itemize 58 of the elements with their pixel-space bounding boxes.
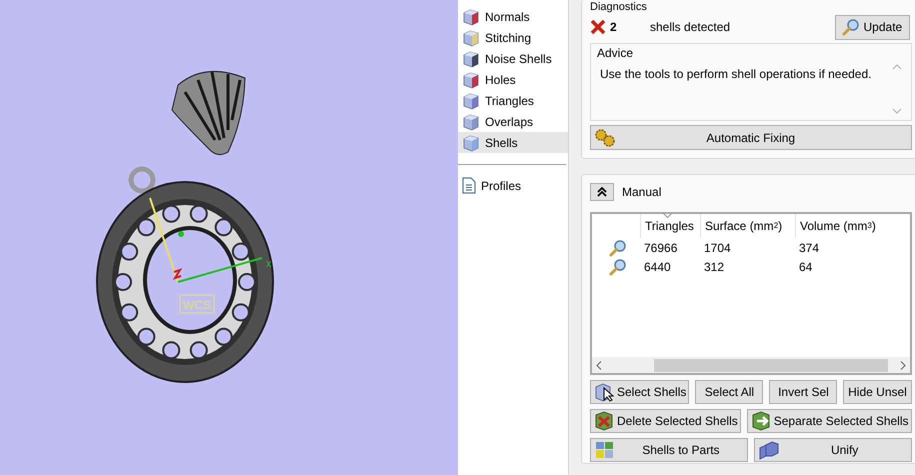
cube-cursor-icon	[594, 382, 616, 402]
delete-cube-icon	[594, 411, 614, 431]
cube-icon	[462, 8, 480, 26]
scrollbar[interactable]	[592, 357, 910, 373]
sidebar-item[interactable]: Normals	[458, 6, 568, 27]
table-cell-text: 6440	[643, 258, 672, 276]
action-button[interactable]: Separate Selected Shells	[746, 409, 912, 433]
cubes-icon	[594, 440, 616, 460]
automatic-fixing-button[interactable]: Automatic Fixing	[590, 125, 912, 150]
document-icon	[462, 177, 476, 194]
action-button[interactable]: Shells to Parts	[590, 438, 748, 462]
action-button[interactable]: Delete Selected Shells	[590, 409, 741, 433]
sidebar-item[interactable]: Profiles	[458, 175, 568, 196]
table-cell-text: 374	[798, 240, 820, 256]
cube-icon	[462, 50, 480, 68]
table-cell-text: 76966	[643, 240, 678, 256]
scroll-up-icon[interactable]	[892, 64, 902, 70]
magnifier-icon	[609, 238, 627, 256]
sidebar-item[interactable]: Triangles	[458, 90, 568, 111]
action-button[interactable]: Select Shells	[590, 380, 690, 404]
cube-icon	[462, 92, 480, 110]
group-title: Diagnostics	[590, 1, 648, 14]
status-message: shells detected	[650, 20, 732, 34]
cube-icon	[462, 134, 480, 152]
joined-cubes-icon	[758, 440, 780, 460]
scroll-right-icon[interactable]	[900, 360, 906, 370]
sidebar-item[interactable]: Shells	[458, 132, 568, 153]
column-header[interactable]: Surface (mm$^{2}$)	[700, 214, 795, 238]
table-cell-text: 64	[798, 258, 814, 276]
sidebar-item[interactable]: Stitching	[458, 27, 568, 48]
shell-count: 2	[610, 20, 618, 34]
section-title: Manual	[622, 185, 662, 199]
chevron-icon	[597, 187, 607, 197]
cube-icon	[462, 70, 480, 88]
action-button[interactable]: Unify	[754, 438, 912, 462]
action-button[interactable]: Select All	[695, 380, 764, 404]
advice-text: Use the tools to perform shell operations if needed.	[599, 66, 872, 83]
sidebar-item[interactable]: Overlaps	[458, 111, 568, 132]
cube-icon	[462, 28, 480, 46]
column-header[interactable]: Volume (mm$^{3}$)	[795, 214, 910, 238]
wcs-label: WCS	[183, 298, 211, 312]
collapse-button[interactable]	[590, 183, 614, 201]
column-header[interactable]: Triangles	[640, 214, 700, 238]
table-cell-text: 1704	[703, 240, 732, 256]
gears-icon	[594, 128, 616, 148]
scroll-left-icon[interactable]	[596, 360, 602, 370]
sidebar-item[interactable]: Holes	[458, 69, 568, 90]
sidebar-item[interactable]: Noise Shells	[458, 48, 568, 69]
table-cell-text: 312	[703, 258, 726, 276]
x-axis-label: x	[266, 258, 272, 270]
update-button[interactable]: Update	[834, 14, 910, 40]
magnifier-icon	[609, 258, 627, 276]
group-title: Advice	[597, 46, 634, 60]
action-button[interactable]: Invert Sel	[769, 380, 838, 404]
cube-icon	[462, 112, 480, 130]
action-button[interactable]: Hide Unsel	[843, 380, 912, 404]
scroll-down-icon[interactable]	[892, 108, 902, 114]
search-icon	[842, 18, 860, 36]
